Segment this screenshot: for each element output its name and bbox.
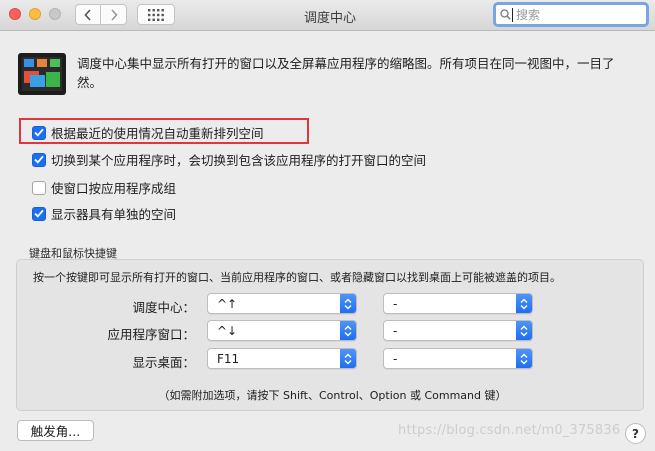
checkmark-icon bbox=[34, 209, 44, 218]
checkbox-checked[interactable] bbox=[32, 125, 46, 140]
shortcut-label-app-windows: 应用程序窗口： bbox=[107, 327, 195, 342]
shortcut-label-mission-control: 调度中心： bbox=[132, 300, 195, 315]
close-window-button[interactable] bbox=[9, 8, 21, 20]
search-icon bbox=[500, 9, 511, 20]
watermark-text: https://blog.csdn.net/m0_375836 bbox=[398, 423, 621, 438]
select-value: ^↑ bbox=[217, 297, 238, 311]
option-auto-rearrange-spaces[interactable]: 根据最近的使用情况自动重新排列空间 bbox=[32, 123, 264, 142]
chevron-right-icon bbox=[110, 8, 118, 21]
checkbox-unchecked[interactable] bbox=[32, 180, 46, 195]
select-stepper bbox=[516, 321, 532, 340]
grid-icon bbox=[148, 8, 164, 21]
updown-arrows-icon bbox=[344, 353, 352, 364]
text-cursor bbox=[512, 7, 513, 22]
select-value: ^↓ bbox=[217, 324, 238, 338]
forward-button[interactable] bbox=[101, 4, 127, 25]
option-displays-separate-spaces[interactable]: 显示器具有单独的空间 bbox=[32, 204, 176, 223]
app-windows-mouse-select[interactable]: - bbox=[383, 320, 533, 341]
zoom-window-button[interactable] bbox=[49, 8, 61, 20]
minimize-window-button[interactable] bbox=[29, 8, 41, 20]
option-label: 显示器具有单独的空间 bbox=[51, 207, 177, 222]
select-stepper bbox=[340, 294, 356, 313]
option-switch-to-space[interactable]: 切换到某个应用程序时，会切换到包含该应用程序的打开窗口的空间 bbox=[32, 150, 426, 169]
select-value: F11 bbox=[217, 352, 240, 366]
window-title: 调度中心 bbox=[303, 11, 356, 26]
hot-corners-button[interactable]: 触发角... bbox=[17, 420, 94, 441]
select-value: - bbox=[393, 352, 398, 366]
mission-control-mouse-select[interactable]: - bbox=[383, 293, 533, 314]
search-placeholder: 搜索 bbox=[516, 8, 541, 22]
select-stepper bbox=[516, 349, 532, 368]
modifier-keys-hint: （如需附加选项，请按下 Shift、Control、Option 或 Comma… bbox=[158, 389, 507, 402]
title-bar: 调度中心 搜索 bbox=[0, 0, 655, 31]
description-text: 调度中心集中显示所有打开的窗口以及全屏幕应用程序的缩略图。所有项目在同一视图中，… bbox=[77, 56, 615, 90]
option-label: 根据最近的使用情况自动重新排列空间 bbox=[51, 126, 264, 141]
search-field[interactable]: 搜索 bbox=[493, 2, 649, 27]
option-group-windows-by-app[interactable]: 使窗口按应用程序成组 bbox=[32, 178, 176, 197]
show-desktop-key-select[interactable]: F11 bbox=[207, 348, 357, 369]
select-value: - bbox=[393, 297, 398, 311]
select-value: - bbox=[393, 324, 398, 338]
shortcuts-description: 按一个按键即可显示所有打开的窗口、当前应用程序的窗口、或者隐藏窗口以找到桌面上可… bbox=[33, 271, 561, 284]
help-button[interactable]: ? bbox=[625, 423, 646, 444]
checkmark-icon bbox=[34, 155, 44, 164]
chevron-left-icon bbox=[84, 8, 91, 21]
updown-arrows-icon bbox=[520, 353, 528, 364]
updown-arrows-icon bbox=[520, 298, 528, 309]
updown-arrows-icon bbox=[344, 325, 352, 336]
show-desktop-mouse-select[interactable]: - bbox=[383, 348, 533, 369]
option-label: 切换到某个应用程序时，会切换到包含该应用程序的打开窗口的空间 bbox=[51, 153, 427, 168]
option-label: 使窗口按应用程序成组 bbox=[51, 181, 177, 196]
select-stepper bbox=[516, 294, 532, 313]
updown-arrows-icon bbox=[344, 298, 352, 309]
mission-control-key-select[interactable]: ^↑ bbox=[207, 293, 357, 314]
checkbox-checked[interactable] bbox=[32, 206, 46, 221]
select-stepper bbox=[340, 349, 356, 368]
checkbox-checked[interactable] bbox=[32, 152, 46, 167]
shortcut-label-show-desktop: 显示桌面： bbox=[132, 355, 195, 370]
app-windows-key-select[interactable]: ^↓ bbox=[207, 320, 357, 341]
show-all-button[interactable] bbox=[137, 4, 175, 25]
checkmark-icon bbox=[34, 128, 44, 137]
back-button[interactable] bbox=[75, 4, 101, 25]
select-stepper bbox=[340, 321, 356, 340]
mission-control-app-icon bbox=[18, 53, 66, 95]
updown-arrows-icon bbox=[520, 325, 528, 336]
